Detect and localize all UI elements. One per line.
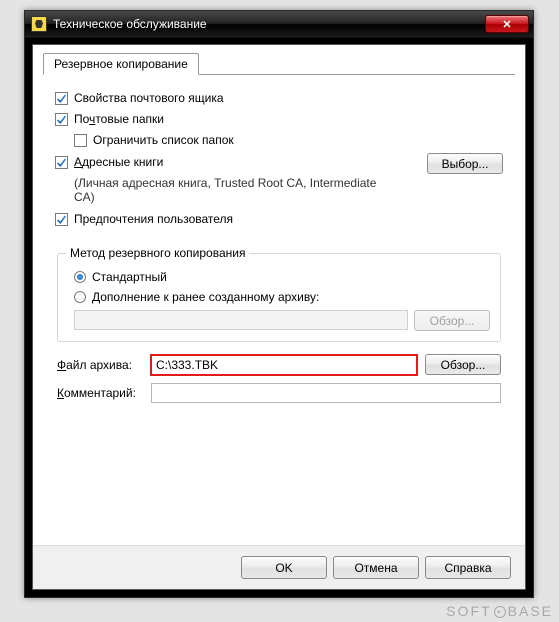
label-address-books: Адресные книги — [74, 155, 163, 170]
label-mailbox-props: Свойства почтового ящика — [74, 91, 224, 106]
group-title: Метод резервного копирования — [66, 246, 249, 260]
comment-field[interactable] — [151, 383, 501, 403]
archive-browse-button[interactable]: Обзор... — [425, 354, 501, 375]
window-title: Техническое обслуживание — [53, 17, 485, 31]
client-area: Резервное копирование Свойства почтового… — [32, 44, 526, 590]
checkbox-limit-folders[interactable] — [74, 134, 87, 147]
close-button[interactable]: ✕ — [485, 15, 529, 33]
label-standard: Стандартный — [92, 270, 167, 284]
archive-file-label: Файл архива: — [57, 358, 143, 372]
comment-label: Комментарий: — [57, 386, 143, 400]
watermark: SOFT•BASE — [446, 603, 553, 619]
titlebar[interactable]: Техническое обслуживание ✕ — [25, 11, 533, 38]
backup-method-group: Метод резервного копирования Стандартный… — [57, 253, 501, 342]
dialog-window: Техническое обслуживание ✕ Резервное коп… — [24, 10, 534, 598]
tab-strip: Резервное копирование — [43, 53, 515, 79]
label-limit-folders: Ограничить список папок — [93, 133, 234, 147]
app-icon — [31, 16, 47, 32]
tab-body: Свойства почтового ящика Почтовые папки … — [43, 79, 515, 419]
address-books-hint: (Личная адресная книга, Trusted Root CA,… — [74, 176, 384, 204]
checkbox-mail-folders[interactable] — [55, 113, 68, 126]
select-button[interactable]: Выбор... — [427, 153, 503, 174]
checkbox-user-prefs[interactable] — [55, 213, 68, 226]
archive-file-field[interactable] — [151, 355, 417, 375]
append-archive-field — [74, 310, 408, 330]
label-append: Дополнение к ранее созданному архиву: — [92, 290, 319, 304]
checkbox-address-books[interactable] — [55, 156, 68, 169]
tab-backup[interactable]: Резервное копирование — [43, 53, 199, 75]
checkbox-mailbox-props[interactable] — [55, 92, 68, 105]
ok-button[interactable]: OK — [241, 556, 327, 579]
radio-standard[interactable] — [74, 271, 86, 283]
label-user-prefs: Предпочтения пользователя — [74, 212, 233, 227]
help-button[interactable]: Справка — [425, 556, 511, 579]
label-mail-folders: Почтовые папки — [74, 112, 164, 127]
cancel-button[interactable]: Отмена — [333, 556, 419, 579]
tab-label: Резервное копирование — [54, 57, 188, 71]
close-icon: ✕ — [502, 18, 511, 31]
button-bar: OK Отмена Справка — [33, 545, 525, 589]
radio-append[interactable] — [74, 291, 86, 303]
append-browse-button: Обзор... — [414, 310, 490, 331]
